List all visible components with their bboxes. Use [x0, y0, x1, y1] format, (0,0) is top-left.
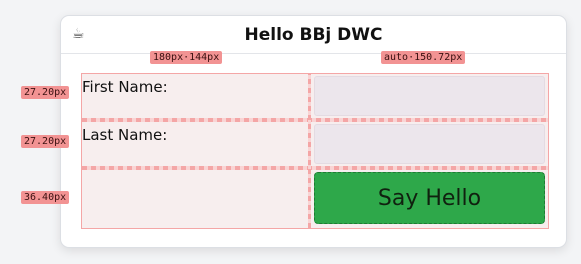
- form-grid: First Name: Last Name: Say Hello: [81, 73, 549, 229]
- row2-size-tag: 27.20px: [21, 135, 70, 148]
- last-name-label: Last Name:: [82, 126, 168, 144]
- column1-size-tag: 180px·144px: [150, 51, 223, 64]
- app-window: ☕ Hello BBj DWC First Name: Last Name: S…: [60, 15, 567, 248]
- first-name-label: First Name:: [82, 78, 168, 96]
- last-name-input[interactable]: [314, 124, 545, 164]
- window-title: Hello BBj DWC: [244, 25, 383, 45]
- row1-size-tag: 27.20px: [21, 86, 70, 99]
- first-name-input[interactable]: [314, 76, 545, 116]
- say-hello-button[interactable]: Say Hello: [314, 172, 545, 224]
- first-name-cell: First Name:: [82, 74, 308, 118]
- last-name-cell: Last Name:: [82, 122, 308, 166]
- column2-size-tag: auto·150.72px: [381, 51, 466, 64]
- first-name-input-cell: [311, 74, 548, 118]
- button-cell: Say Hello: [311, 170, 548, 228]
- titlebar: ☕ Hello BBj DWC: [61, 16, 566, 54]
- column-gap: [308, 74, 311, 228]
- empty-cell: [82, 170, 308, 228]
- row3-size-tag: 36.40px: [21, 191, 70, 204]
- last-name-input-cell: [311, 122, 548, 166]
